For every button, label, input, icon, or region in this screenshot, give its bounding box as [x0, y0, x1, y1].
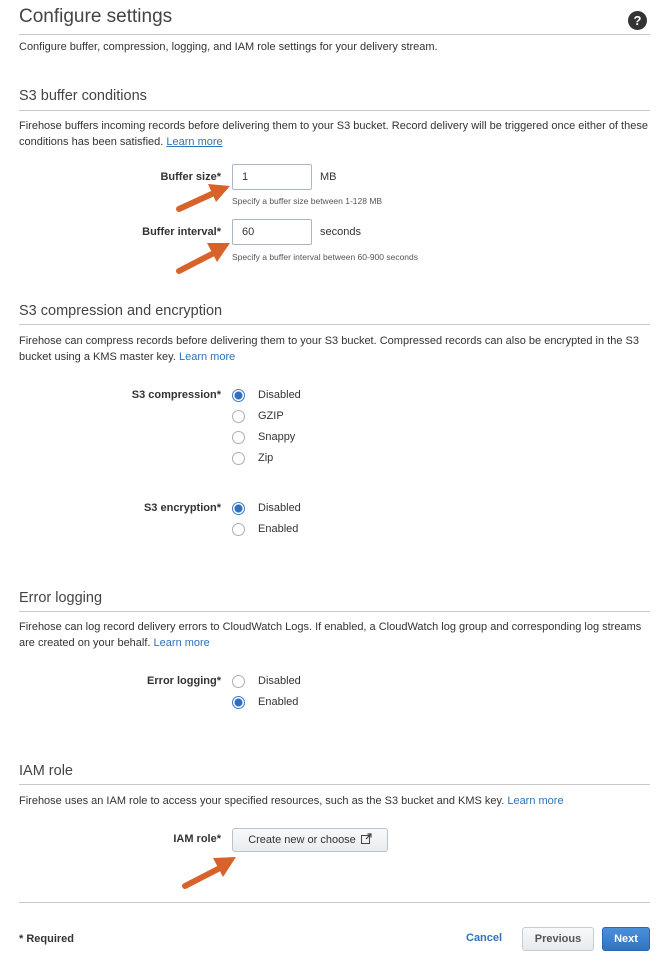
- annotation-arrow-icon: [182, 857, 236, 889]
- radio-compression-gzip[interactable]: [232, 410, 245, 423]
- radio-label: Disabled: [258, 502, 301, 514]
- radio-label: Zip: [258, 452, 274, 464]
- radio-compression-snappy[interactable]: [232, 431, 245, 444]
- section-title-logging: Error logging: [19, 590, 103, 606]
- radio-label: Snappy: [258, 431, 296, 443]
- radio-encryption-disabled[interactable]: [232, 502, 245, 515]
- radio-label: Enabled: [258, 696, 299, 708]
- section-divider: [19, 784, 650, 785]
- radio-encryption-enabled[interactable]: [232, 523, 245, 536]
- radio-compression-disabled[interactable]: [232, 389, 245, 402]
- radio-label: Disabled: [258, 389, 301, 401]
- buffer-description: Firehose buffers incoming records before…: [19, 118, 649, 150]
- compression-learn-more-link[interactable]: Learn more: [179, 351, 235, 363]
- external-link-icon: [360, 833, 372, 847]
- header-divider: [19, 34, 650, 35]
- buffer-interval-hint: Specify a buffer interval between 60-900…: [232, 252, 419, 262]
- radio-label: Disabled: [258, 675, 301, 687]
- required-note: * Required: [19, 933, 75, 945]
- buffer-size-input[interactable]: [232, 164, 312, 190]
- radio-label: GZIP: [258, 410, 284, 422]
- section-title-iam: IAM role: [19, 763, 73, 779]
- s3-encryption-label: S3 encryption*: [143, 502, 221, 514]
- next-button[interactable]: Next: [602, 927, 650, 951]
- buffer-size-hint: Specify a buffer size between 1-128 MB: [232, 196, 383, 206]
- page-title: Configure settings: [19, 6, 173, 27]
- section-title-compression: S3 compression and encryption: [19, 303, 223, 319]
- iam-description: Firehose uses an IAM role to access your…: [19, 793, 649, 809]
- buffer-size-unit: MB: [320, 171, 337, 183]
- buffer-description-text: Firehose buffers incoming records before…: [19, 120, 648, 148]
- section-title-buffer: S3 buffer conditions: [19, 88, 147, 104]
- section-divider: [19, 324, 650, 325]
- logging-description-text: Firehose can log record delivery errors …: [19, 621, 642, 649]
- error-logging-label: Error logging*: [147, 675, 221, 687]
- radio-label: Enabled: [258, 523, 299, 535]
- iam-description-text: Firehose uses an IAM role to access your…: [19, 795, 505, 807]
- section-divider: [19, 110, 650, 111]
- cancel-button[interactable]: Cancel: [466, 932, 502, 944]
- radio-compression-zip[interactable]: [232, 452, 245, 465]
- previous-button[interactable]: Previous: [522, 927, 594, 951]
- compression-description: Firehose can compress records before del…: [19, 333, 649, 365]
- create-iam-role-button-label: Create new or choose: [248, 834, 356, 846]
- annotation-arrow-icon: [176, 243, 230, 274]
- buffer-learn-more-link[interactable]: Learn more: [166, 136, 222, 148]
- question-circle-icon[interactable]: ?: [628, 11, 647, 30]
- create-iam-role-button[interactable]: Create new or choose: [232, 828, 388, 852]
- buffer-interval-input[interactable]: [232, 219, 312, 245]
- section-divider: [19, 611, 650, 612]
- logging-learn-more-link[interactable]: Learn more: [154, 637, 210, 649]
- logging-description: Firehose can log record delivery errors …: [19, 619, 649, 651]
- radio-logging-disabled[interactable]: [232, 675, 245, 688]
- iam-role-label: IAM role*: [173, 833, 221, 845]
- compression-description-text: Firehose can compress records before del…: [19, 335, 639, 363]
- footer-divider: [19, 902, 650, 903]
- radio-logging-enabled[interactable]: [232, 696, 245, 709]
- s3-compression-label: S3 compression*: [131, 389, 221, 401]
- iam-learn-more-link[interactable]: Learn more: [507, 795, 563, 807]
- buffer-interval-unit: seconds: [320, 226, 361, 238]
- page-intro: Configure buffer, compression, logging, …: [19, 41, 438, 53]
- annotation-arrow-icon: [176, 184, 230, 212]
